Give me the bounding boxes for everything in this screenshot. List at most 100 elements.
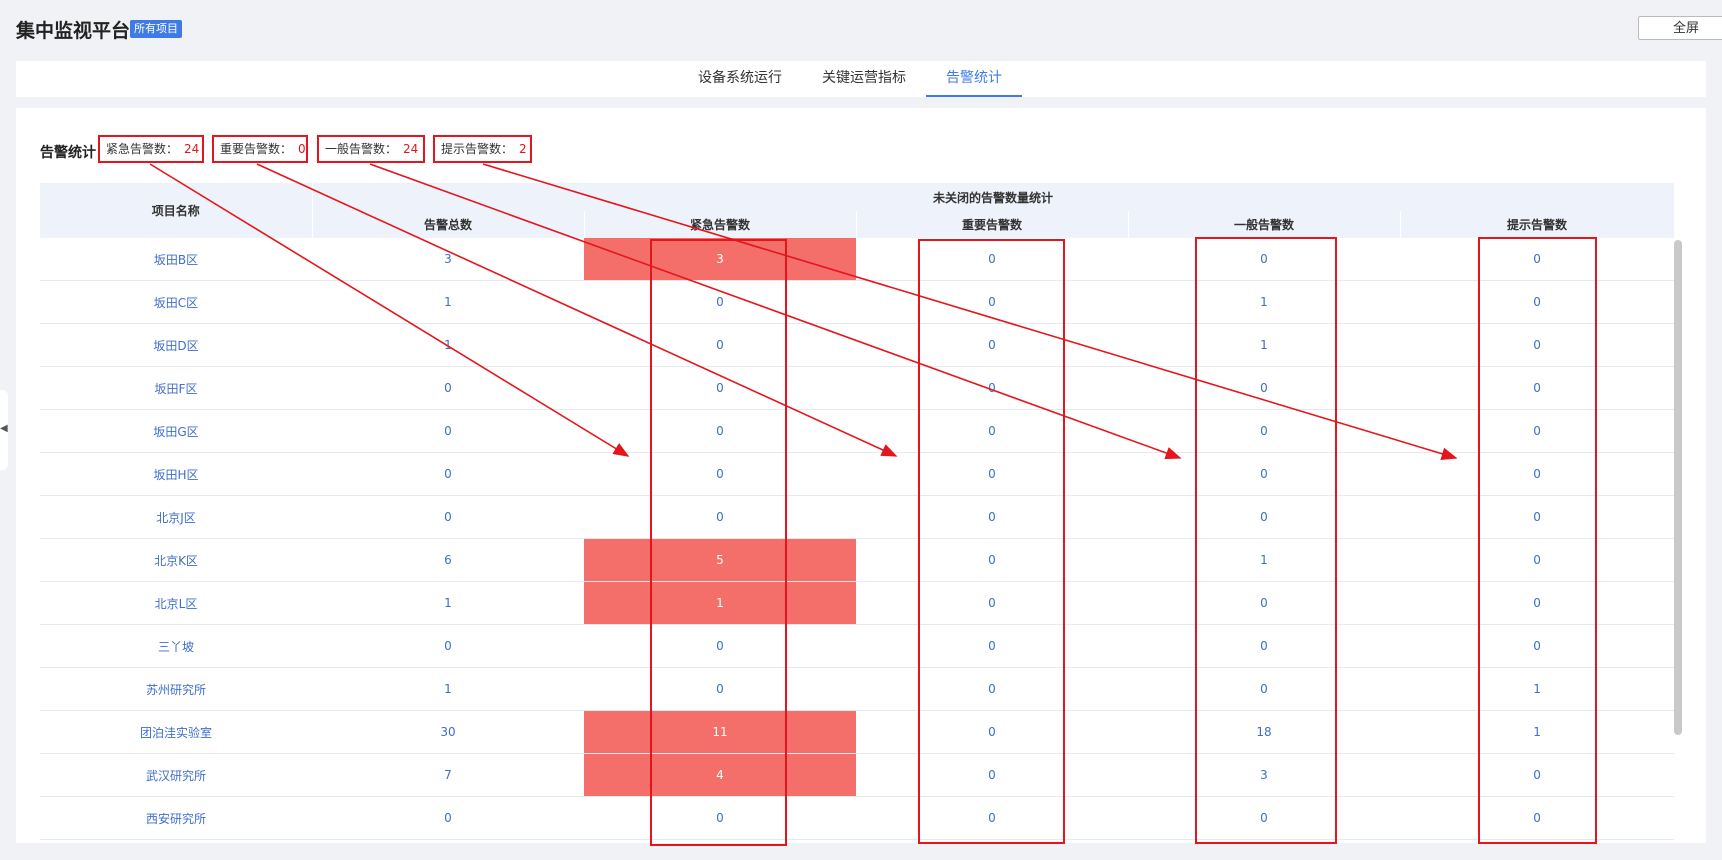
project-name-cell[interactable]: 武汉研究所 [40, 753, 312, 797]
important-alarm-cell[interactable]: 0 [856, 796, 1128, 840]
important-alarm-cell[interactable]: 0 [856, 667, 1128, 711]
project-name-cell[interactable]: 北京L区 [40, 581, 312, 625]
normal-alarm-cell[interactable]: 1 [1128, 280, 1400, 324]
fullscreen-button[interactable]: 全屏 [1638, 16, 1722, 40]
normal-alarm-cell[interactable]: 0 [1128, 238, 1400, 281]
urgent-alarm-cell[interactable]: 0 [584, 667, 856, 711]
urgent-alarm-cell[interactable]: 5 [584, 538, 856, 582]
hint-alarm-cell[interactable]: 1 [1400, 710, 1675, 754]
important-alarm-cell[interactable]: 0 [856, 495, 1128, 539]
hint-alarm-cell[interactable]: 0 [1400, 581, 1675, 625]
urgent-alarm-cell[interactable]: 4 [584, 753, 856, 797]
hint-alarm-cell[interactable]: 1 [1400, 667, 1675, 711]
normal-alarm-cell[interactable]: 0 [1128, 452, 1400, 496]
urgent-alarm-cell[interactable]: 3 [584, 238, 856, 281]
project-name-cell[interactable]: 苏州研究所 [40, 667, 312, 711]
hint-alarm-cell[interactable]: 0 [1400, 538, 1675, 582]
project-name-cell[interactable]: 坂田D区 [40, 323, 312, 367]
total-alarm-cell[interactable]: 0 [312, 495, 584, 539]
tab-device-system[interactable]: 设备系统运行 [698, 61, 782, 97]
project-name-cell[interactable]: 团泊洼实验室 [40, 710, 312, 754]
normal-alarm-cell[interactable]: 18 [1128, 710, 1400, 754]
project-name-cell[interactable]: 三丫坡 [40, 624, 312, 668]
project-name-cell[interactable]: 坂田B区 [40, 238, 312, 281]
project-name-cell[interactable]: 坂田G区 [40, 409, 312, 453]
normal-alarm-cell[interactable]: 0 [1128, 495, 1400, 539]
urgent-alarm-cell[interactable]: 0 [584, 323, 856, 367]
hint-alarm-cell[interactable]: 0 [1400, 280, 1675, 324]
important-alarm-cell[interactable]: 0 [856, 366, 1128, 410]
urgent-alarm-cell[interactable]: 0 [584, 452, 856, 496]
chevron-left-icon: ◀ [0, 423, 8, 434]
tab-key-operation-indicators[interactable]: 关键运营指标 [822, 61, 906, 97]
normal-alarm-cell[interactable]: 0 [1128, 796, 1400, 840]
hint-alarm-cell[interactable]: 0 [1400, 452, 1675, 496]
total-alarm-cell[interactable]: 0 [312, 452, 584, 496]
normal-alarm-cell[interactable]: 3 [1128, 753, 1400, 797]
important-alarm-cell[interactable]: 0 [856, 323, 1128, 367]
table-row: 北京K区 6 5 0 1 0 [40, 538, 1675, 582]
hint-alarm-cell[interactable]: 0 [1400, 624, 1675, 668]
important-alarm-cell[interactable]: 0 [856, 624, 1128, 668]
important-alarm-count: 重要告警数： 0 [212, 135, 308, 163]
project-name-cell[interactable]: 坂田C区 [40, 280, 312, 324]
normal-alarm-cell[interactable]: 1 [1128, 323, 1400, 367]
table-row: 坂田H区 0 0 0 0 0 [40, 452, 1675, 496]
tab-bar: 设备系统运行 关键运营指标 告警统计 [16, 61, 1706, 97]
hint-alarm-cell[interactable]: 0 [1400, 366, 1675, 410]
normal-alarm-cell[interactable]: 1 [1128, 538, 1400, 582]
total-alarm-cell[interactable]: 1 [312, 323, 584, 367]
normal-alarm-cell[interactable]: 0 [1128, 581, 1400, 625]
important-alarm-cell[interactable]: 0 [856, 538, 1128, 582]
urgent-alarm-cell[interactable]: 0 [584, 796, 856, 840]
urgent-alarm-cell[interactable]: 0 [584, 495, 856, 539]
total-alarm-cell[interactable]: 1 [312, 667, 584, 711]
urgent-alarm-cell[interactable]: 0 [584, 624, 856, 668]
total-alarm-cell[interactable]: 1 [312, 280, 584, 324]
urgent-alarm-value: 24 [184, 142, 200, 156]
urgent-alarm-cell[interactable]: 0 [584, 366, 856, 410]
alarm-table: 项目名称 未关闭的告警数量统计 告警总数 紧急告警数 重要告警数 一般告警数 提… [40, 183, 1675, 840]
total-alarm-cell[interactable]: 0 [312, 409, 584, 453]
important-alarm-cell[interactable]: 0 [856, 238, 1128, 281]
project-name-cell[interactable]: 坂田F区 [40, 366, 312, 410]
project-name-cell[interactable]: 北京J区 [40, 495, 312, 539]
important-alarm-cell[interactable]: 0 [856, 753, 1128, 797]
urgent-alarm-cell[interactable]: 1 [584, 581, 856, 625]
normal-alarm-cell[interactable]: 0 [1128, 667, 1400, 711]
urgent-alarm-cell[interactable]: 11 [584, 710, 856, 754]
important-alarm-cell[interactable]: 0 [856, 710, 1128, 754]
urgent-alarm-cell[interactable]: 0 [584, 409, 856, 453]
hint-alarm-cell[interactable]: 0 [1400, 409, 1675, 453]
total-alarm-cell[interactable]: 6 [312, 538, 584, 582]
side-collapse-handle[interactable]: ◀ [0, 390, 8, 470]
urgent-alarm-cell[interactable]: 0 [584, 280, 856, 324]
important-alarm-cell[interactable]: 0 [856, 280, 1128, 324]
hint-alarm-cell[interactable]: 0 [1400, 753, 1675, 797]
total-alarm-cell[interactable]: 0 [312, 624, 584, 668]
table-row: 三丫坡 0 0 0 0 0 [40, 624, 1675, 668]
total-alarm-cell[interactable]: 0 [312, 796, 584, 840]
total-alarm-cell[interactable]: 1 [312, 581, 584, 625]
project-name-cell[interactable]: 西安研究所 [40, 796, 312, 840]
important-alarm-cell[interactable]: 0 [856, 452, 1128, 496]
total-alarm-cell[interactable]: 0 [312, 366, 584, 410]
project-name-cell[interactable]: 坂田H区 [40, 452, 312, 496]
total-alarm-cell[interactable]: 3 [312, 238, 584, 281]
project-scope-badge[interactable]: 所有项目 [130, 20, 182, 38]
total-alarm-cell[interactable]: 7 [312, 753, 584, 797]
hint-alarm-cell[interactable]: 0 [1400, 495, 1675, 539]
normal-alarm-cell[interactable]: 0 [1128, 366, 1400, 410]
normal-alarm-cell[interactable]: 0 [1128, 409, 1400, 453]
normal-alarm-cell[interactable]: 0 [1128, 624, 1400, 668]
hint-alarm-cell[interactable]: 0 [1400, 238, 1675, 281]
important-alarm-cell[interactable]: 0 [856, 409, 1128, 453]
important-alarm-cell[interactable]: 0 [856, 581, 1128, 625]
project-name-cell[interactable]: 北京K区 [40, 538, 312, 582]
table-scrollbar[interactable] [1674, 240, 1682, 735]
open-alarm-group-header: 未关闭的告警数量统计 [312, 183, 1675, 211]
hint-alarm-cell[interactable]: 0 [1400, 323, 1675, 367]
tab-alarm-statistics[interactable]: 告警统计 [926, 61, 1022, 97]
total-alarm-cell[interactable]: 30 [312, 710, 584, 754]
hint-alarm-cell[interactable]: 0 [1400, 796, 1675, 840]
